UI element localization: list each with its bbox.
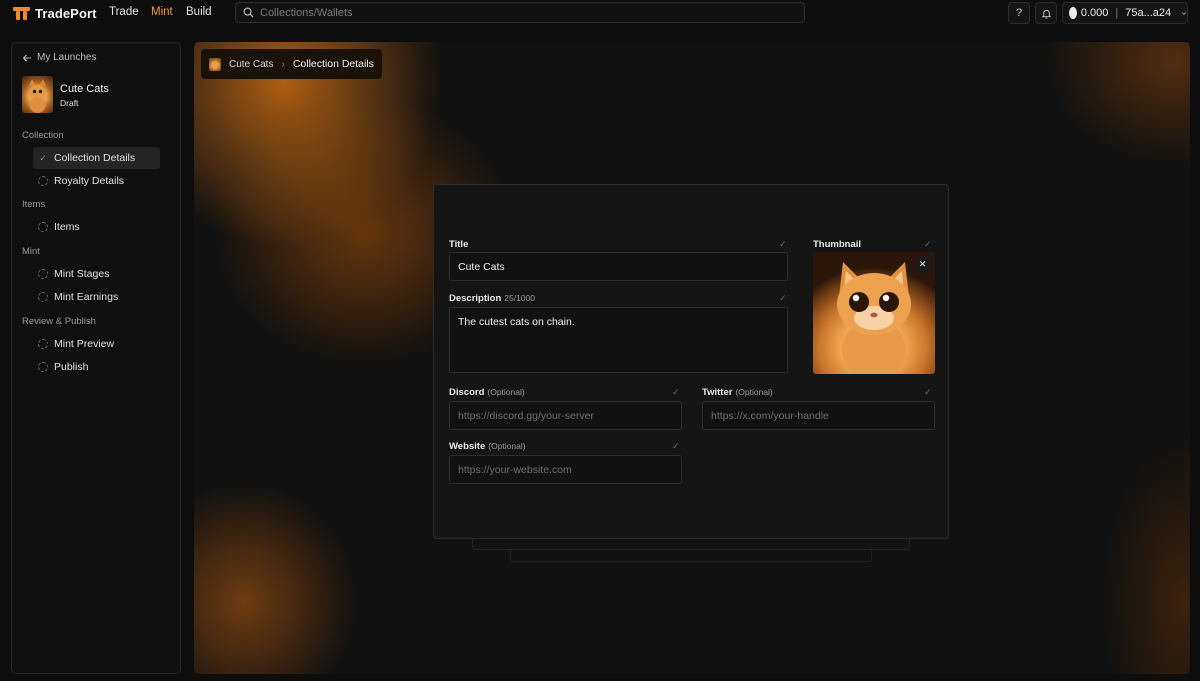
check-icon: ✓ xyxy=(39,152,47,163)
back-to-launches[interactable]: My Launches xyxy=(22,52,96,63)
sidebar-item-label: Mint Preview xyxy=(54,338,115,350)
sidebar-item-label: Mint Stages xyxy=(54,268,110,280)
back-label: My Launches xyxy=(37,52,97,63)
title-input[interactable]: Cute Cats xyxy=(449,252,788,281)
thumbnail-image[interactable]: ✕ xyxy=(813,252,935,374)
check-icon: ✓ xyxy=(924,387,932,397)
sidebar-item-label: Royalty Details xyxy=(54,175,125,187)
pending-circle-icon xyxy=(38,176,48,186)
help-button[interactable]: ? xyxy=(1008,2,1030,24)
sidebar-item-label: Mint Earnings xyxy=(54,291,119,303)
brand-logo[interactable]: TradePort xyxy=(13,6,97,21)
collection-avatar xyxy=(22,76,53,113)
section-items: Items xyxy=(22,199,46,210)
nav-build[interactable]: Build xyxy=(186,6,212,18)
discord-label: Discord (Optional) xyxy=(449,387,525,398)
check-icon: ✓ xyxy=(779,239,787,249)
chevron-down-icon xyxy=(1182,11,1187,15)
title-label: Title xyxy=(449,239,469,250)
wallet-button[interactable]: 0.000 | 75a...a24 xyxy=(1062,2,1188,24)
sui-token-icon xyxy=(1069,7,1077,19)
sidebar-item-collection-details[interactable]: ✓ Collection Details xyxy=(33,147,160,169)
bell-icon xyxy=(1041,9,1051,19)
check-icon: ✓ xyxy=(672,387,680,397)
thumbnail-label: Thumbnail xyxy=(813,239,862,250)
twitter-label: Twitter (Optional) xyxy=(702,387,773,398)
website-input[interactable]: https://your-website.com xyxy=(449,455,682,484)
description-textarea[interactable]: The cutest cats on chain. xyxy=(449,307,788,373)
pending-circle-icon xyxy=(38,339,48,349)
top-bar: TradePort Trade Mint Build Collections/W… xyxy=(0,0,1200,26)
chevron-right-icon: › xyxy=(281,58,285,70)
wallet-balance: 0.000 xyxy=(1080,7,1109,19)
website-label: Website (Optional) xyxy=(449,441,526,452)
description-label: Description 25/1000 xyxy=(449,293,535,304)
arrow-left-icon xyxy=(22,54,31,61)
sidebar-item-mint-stages[interactable]: Mint Stages xyxy=(33,263,160,285)
collection-name: Cute Cats xyxy=(60,83,109,95)
wallet-divider: | xyxy=(1115,7,1119,19)
pending-circle-icon xyxy=(38,269,48,279)
sidebar-item-mint-preview[interactable]: Mint Preview xyxy=(33,333,160,355)
sidebar-item-mint-earnings[interactable]: Mint Earnings xyxy=(33,286,160,308)
search-input[interactable]: Collections/Wallets xyxy=(235,2,805,23)
main-panel: Cute Cats › Collection Details Title ✓ C… xyxy=(194,42,1190,674)
breadcrumb-parent[interactable]: Cute Cats xyxy=(229,59,273,70)
section-mint: Mint xyxy=(22,246,40,257)
discord-input[interactable]: https://discord.gg/your-server xyxy=(449,401,682,430)
pending-circle-icon xyxy=(38,292,48,302)
collection-mini-avatar xyxy=(209,57,221,71)
sidebar-item-royalty-details[interactable]: Royalty Details xyxy=(33,170,160,192)
tradeport-logo-icon xyxy=(13,7,30,20)
check-icon: ✓ xyxy=(779,293,787,303)
check-icon: ✓ xyxy=(924,239,932,249)
search-icon xyxy=(243,7,254,18)
description-counter: 25/1000 xyxy=(504,293,535,303)
breadcrumb: Cute Cats › Collection Details xyxy=(201,49,382,79)
section-collection: Collection xyxy=(22,130,64,141)
wallet-address: 75a...a24 xyxy=(1125,7,1172,19)
pending-circle-icon xyxy=(38,222,48,232)
check-icon: ✓ xyxy=(672,441,680,451)
collection-status: Draft xyxy=(60,98,79,108)
remove-thumbnail-button[interactable]: ✕ xyxy=(915,257,930,272)
collection-details-form: Title ✓ Cute Cats Description 25/1000 ✓ T… xyxy=(433,184,949,539)
sidebar-item-items[interactable]: Items xyxy=(33,216,160,238)
pending-circle-icon xyxy=(38,362,48,372)
sidebar: My Launches Cute Cats Draft Collection ✓… xyxy=(11,42,181,674)
help-icon: ? xyxy=(1015,7,1023,19)
section-review-publish: Review & Publish xyxy=(22,316,96,327)
notifications-button[interactable] xyxy=(1035,2,1057,24)
sidebar-item-publish[interactable]: Publish xyxy=(33,356,160,378)
brand-name: TradePort xyxy=(35,6,97,21)
nav-mint[interactable]: Mint xyxy=(151,6,173,18)
sidebar-item-label: Publish xyxy=(54,361,89,373)
search-placeholder: Collections/Wallets xyxy=(260,6,353,19)
sidebar-item-label: Items xyxy=(54,221,80,233)
sidebar-item-label: Collection Details xyxy=(54,152,136,164)
twitter-input[interactable]: https://x.com/your-handle xyxy=(702,401,935,430)
breadcrumb-current: Collection Details xyxy=(292,58,374,70)
nav-trade[interactable]: Trade xyxy=(109,6,139,18)
